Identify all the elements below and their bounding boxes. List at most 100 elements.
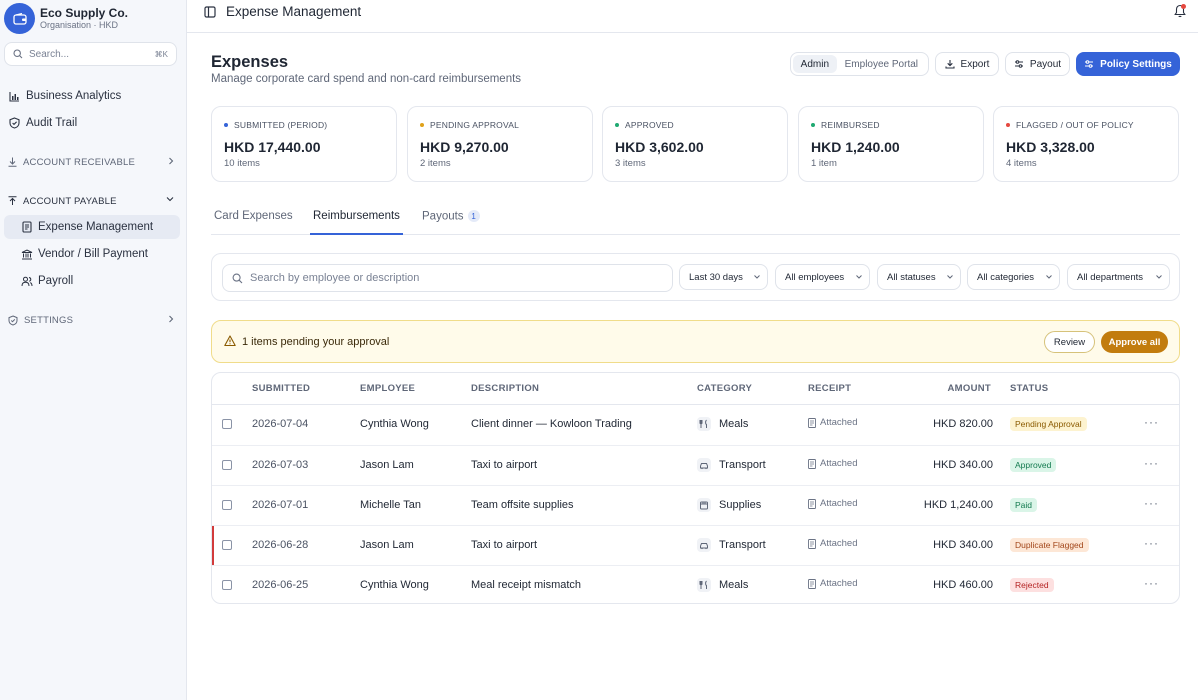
toggle-admin[interactable]: Admin [793, 55, 837, 73]
table-row[interactable]: 2026-07-01 Michelle Tan Team offsite suppl… [212, 485, 1179, 525]
sidebar-item-label: Expense Management [38, 221, 154, 233]
row-checkbox[interactable] [222, 460, 232, 470]
tab-bar: Card Expenses Reimbursements Payouts 1 [211, 207, 1180, 235]
stat-value: HKD 17,440.00 [224, 139, 321, 155]
cell-receipt[interactable]: Attached [808, 458, 858, 469]
sidebar-item-expense-management[interactable]: Expense Management [4, 215, 180, 239]
department-select[interactable]: All departments [1067, 264, 1170, 290]
sidebar-section-settings[interactable]: SETTINGS [0, 311, 187, 329]
cell-receipt[interactable]: Attached [808, 498, 858, 509]
payout-button[interactable]: Payout [1005, 52, 1070, 76]
status-badge: Duplicate Flagged [1010, 538, 1089, 552]
employee-select[interactable]: All employees [775, 264, 870, 290]
row-actions-button[interactable]: ··· [1144, 576, 1159, 590]
table-row[interactable]: 2026-06-25 Cynthia Wong Meal receipt misma… [212, 565, 1179, 603]
sidebar-item-audit-trail[interactable]: Audit Trail [0, 111, 187, 135]
chevron-right-icon [169, 157, 174, 165]
settings-shield-icon [8, 314, 18, 326]
col-header-amount[interactable]: AMOUNT [948, 383, 992, 394]
cell-amount: HKD 460.00 [933, 579, 993, 591]
stat-card-approved: APPROVED HKD 3,602.00 3 items [602, 106, 788, 182]
chevron-down-icon [166, 197, 174, 202]
cell-receipt[interactable]: Attached [808, 417, 858, 428]
sliders-icon [1014, 60, 1023, 68]
document-icon [808, 458, 816, 469]
box-icon [697, 498, 711, 512]
cell-receipt[interactable]: Attached [808, 538, 858, 549]
expense-search-input[interactable]: Search by employee or description [222, 264, 673, 292]
cell-receipt[interactable]: Attached [808, 578, 858, 589]
alert-text: 1 items pending your approval [242, 336, 390, 348]
table-row[interactable]: 2026-07-03 Jason Lam Taxi to airport Transp… [212, 445, 1179, 485]
document-icon [808, 538, 816, 549]
policy-settings-button[interactable]: Policy Settings [1076, 52, 1180, 76]
cell-employee: Jason Lam [360, 459, 414, 471]
sidebar-item-payroll[interactable]: Payroll [4, 269, 180, 293]
cell-date: 2026-07-01 [252, 499, 309, 511]
col-header-submitted[interactable]: SUBMITTED [252, 383, 310, 394]
status-badge: Paid [1010, 498, 1038, 512]
table-row[interactable]: 2026-07-04 Cynthia Wong Client dinner — Ko… [212, 405, 1179, 445]
period-select[interactable]: Last 30 days [679, 264, 768, 290]
search-shortcut: ⌘K [154, 49, 168, 59]
stat-card-flagged: FLAGGED / OUT OF POLICY HKD 3,328.00 4 i… [993, 106, 1179, 182]
status-badge: Approved [1010, 458, 1057, 472]
sidebar-section-account-payable[interactable]: ACCOUNT PAYABLE [0, 192, 187, 210]
col-header-category[interactable]: CATEGORY [697, 383, 752, 394]
col-header-receipt[interactable]: RECEIPT [808, 383, 851, 394]
row-actions-button[interactable]: ··· [1144, 496, 1159, 510]
row-actions-button[interactable]: ··· [1144, 456, 1159, 470]
view-toggle: Admin Employee Portal [790, 52, 929, 76]
table-row[interactable]: 2026-06-28 Jason Lam Taxi to airport Transp… [212, 525, 1179, 566]
col-header-status[interactable]: STATUS [1010, 383, 1048, 394]
cell-employee: Cynthia Wong [360, 579, 429, 591]
row-checkbox[interactable] [222, 580, 232, 590]
status-dot [615, 123, 619, 127]
stat-card-reimbursed: REIMBURSED HKD 1,240.00 1 item [798, 106, 984, 182]
cell-amount: HKD 820.00 [933, 418, 993, 430]
status-dot [1006, 123, 1010, 127]
row-checkbox[interactable] [222, 540, 232, 550]
expenses-table: SUBMITTED EMPLOYEE DESCRIPTION CATEGORY … [211, 372, 1180, 604]
stat-count: 3 items [615, 158, 646, 169]
tab-reimbursements[interactable]: Reimbursements [310, 210, 403, 235]
status-select[interactable]: All statuses [877, 264, 961, 290]
sidebar-toggle-icon[interactable] [204, 6, 216, 18]
row-checkbox[interactable] [222, 500, 232, 510]
row-checkbox[interactable] [222, 419, 232, 429]
cell-description: Taxi to airport [471, 539, 538, 551]
notifications-button[interactable] [1174, 4, 1186, 21]
row-actions-button[interactable]: ··· [1144, 415, 1159, 429]
org-switcher[interactable]: Eco Supply Co. Organisation · HKD [4, 3, 128, 34]
car-icon [697, 538, 711, 552]
sidebar-section-account-receivable[interactable]: ACCOUNT RECEIVABLE [0, 153, 187, 171]
status-badge: Pending Approval [1010, 417, 1087, 431]
cell-category: Transport [697, 538, 766, 552]
cell-description: Meal receipt mismatch [471, 579, 582, 591]
cell-category: Supplies [697, 498, 761, 512]
cell-date: 2026-07-03 [252, 459, 309, 471]
download-icon [944, 60, 955, 69]
cell-description: Client dinner — Kowloon Trading [471, 418, 632, 430]
approve-all-button[interactable]: Approve all [1101, 331, 1168, 353]
toggle-employee-portal[interactable]: Employee Portal [837, 55, 926, 73]
sidebar-item-vendor-bill-payment[interactable]: Vendor / Bill Payment [4, 242, 180, 266]
sidebar-item-business-analytics[interactable]: Business Analytics [0, 84, 187, 108]
review-button[interactable]: Review [1044, 331, 1095, 353]
export-button[interactable]: Export [935, 52, 999, 76]
car-icon [697, 458, 711, 472]
download-icon [8, 157, 17, 167]
row-actions-button[interactable]: ··· [1144, 536, 1159, 550]
category-select[interactable]: All categories [967, 264, 1060, 290]
chevron-down-icon [1156, 275, 1162, 279]
sliders-icon [1085, 60, 1094, 68]
document-icon [808, 417, 816, 428]
sidebar-search-input[interactable]: Search... ⌘K [4, 42, 177, 66]
cell-date: 2026-06-28 [252, 539, 309, 551]
tab-card-expenses[interactable]: Card Expenses [214, 210, 293, 235]
stat-count: 10 items [224, 158, 260, 169]
col-header-employee[interactable]: EMPLOYEE [360, 383, 415, 394]
tab-payouts[interactable]: Payouts 1 [422, 210, 480, 235]
col-header-description[interactable]: DESCRIPTION [471, 383, 539, 394]
stat-count: 1 item [811, 158, 837, 169]
